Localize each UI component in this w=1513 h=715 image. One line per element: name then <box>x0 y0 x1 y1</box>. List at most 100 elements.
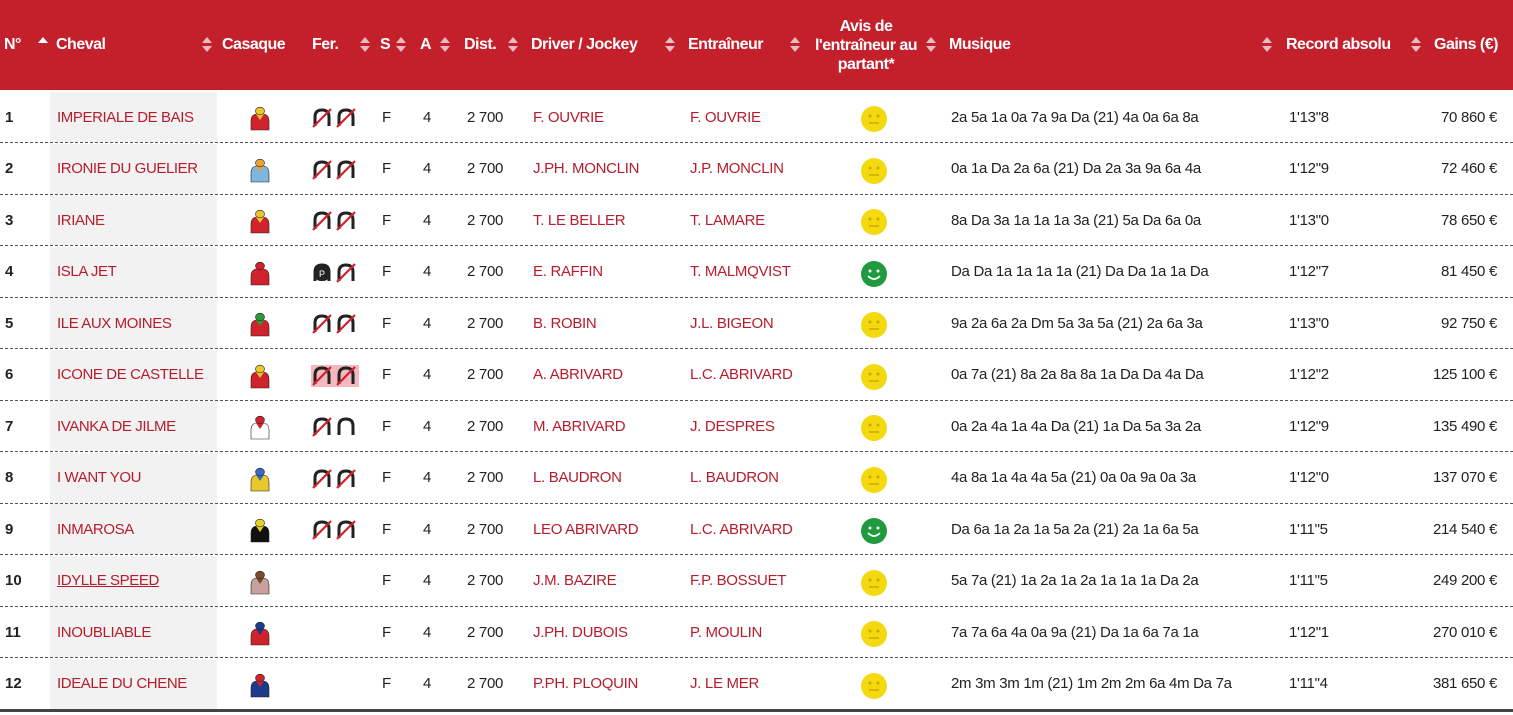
header-opinion[interactable]: Avis de l'entraîneur au partant* <box>808 0 924 90</box>
horse-name-text[interactable]: IMPERIALE DE BAIS <box>57 109 194 126</box>
table-row[interactable]: 7 IVANKA DE JILME F 4 2 700 M. ABRIVARD J. DES… <box>0 401 1513 452</box>
horse-name-text[interactable]: IDYLLE SPEED <box>57 572 159 589</box>
driver-link[interactable]: J.PH. DUBOIS <box>533 607 628 657</box>
neutral-face-icon <box>861 209 887 235</box>
horse-name-text[interactable]: ICONE DE CASTELLE <box>57 366 204 383</box>
horse-name-text[interactable]: IRIANE <box>57 212 105 229</box>
table-row[interactable]: 6 ICONE DE CASTELLE F 4 2 700 A. ABRIVARD L.C.… <box>0 349 1513 401</box>
trainer-link[interactable]: L.C. ABRIVARD <box>690 350 793 400</box>
trainer-link[interactable]: J. LE MER <box>690 659 759 709</box>
horse-name[interactable]: INMAROSA <box>50 504 217 554</box>
header-dist[interactable]: Dist. <box>464 0 497 90</box>
driver-link[interactable]: M. ABRIVARD <box>533 401 626 451</box>
horse-name[interactable]: ICONE DE CASTELLE <box>50 349 217 400</box>
table-row[interactable]: 2 IRONIE DU GUELIER F 4 2 700 J.PH. MONCLIN J.… <box>0 143 1513 195</box>
shoe-d4-icon <box>312 159 356 180</box>
header-num[interactable]: N° <box>4 0 21 90</box>
table-row[interactable]: 4 ISLA JET P F 4 2 700 E. RAFFIN T. MALMQVIST Da… <box>0 246 1513 298</box>
horse-name-text[interactable]: IRONIE DU GUELIER <box>57 160 198 177</box>
trainer-link[interactable]: P. MOULIN <box>690 607 762 657</box>
header-sex[interactable]: S <box>380 0 391 90</box>
table-row[interactable]: 1 IMPERIALE DE BAIS F 4 2 700 F. OUVRIE F. OUV… <box>0 92 1513 143</box>
horse-name[interactable]: ISLA JET <box>50 246 217 297</box>
driver-link[interactable]: E. RAFFIN <box>533 247 603 297</box>
trainer-link[interactable]: J. DESPRES <box>690 401 775 451</box>
header-trainer[interactable]: Entraîneur <box>688 0 764 90</box>
jockey-silk-icon <box>250 106 270 131</box>
header-silk[interactable]: Casaque <box>222 0 286 90</box>
header-earnings[interactable]: Gains (€) <box>1434 0 1498 90</box>
driver-link[interactable]: J.PH. MONCLIN <box>533 144 639 194</box>
music: 8a Da 3a 1a 1a 1a 3a (21) 5a Da 6a 0a <box>951 211 1201 229</box>
header-driver[interactable]: Driver / Jockey <box>531 0 638 90</box>
horse-name[interactable]: IVANKA DE JILME <box>50 401 217 451</box>
horse-name-text[interactable]: ISLA JET <box>57 263 117 280</box>
table-row[interactable]: 5 ILE AUX MOINES F 4 2 700 B. ROBIN J.L. BIGEO… <box>0 298 1513 349</box>
driver-link[interactable]: L. BAUDRON <box>533 453 622 503</box>
driver-link[interactable]: T. LE BELLER <box>533 195 626 245</box>
sort-icon[interactable] <box>440 35 450 55</box>
sort-icon[interactable] <box>665 35 675 55</box>
horse-name-text[interactable]: IDEALE DU CHENE <box>57 675 187 692</box>
driver-link[interactable]: B. ROBIN <box>533 298 597 348</box>
header-record[interactable]: Record absolu <box>1286 0 1391 90</box>
header-age[interactable]: A <box>420 0 432 90</box>
age: 4 <box>423 572 432 589</box>
horse-name[interactable]: ILE AUX MOINES <box>50 298 217 348</box>
horse-name[interactable]: IRIANE <box>50 195 217 245</box>
horse-name[interactable]: I WANT YOU <box>50 452 217 503</box>
driver-link[interactable]: F. OUVRIE <box>533 92 604 142</box>
driver-link[interactable]: LEO ABRIVARD <box>533 504 639 554</box>
horse-name[interactable]: IRONIE DU GUELIER <box>50 143 217 194</box>
header-shoeing[interactable]: Fer. <box>312 0 339 90</box>
row-number: 1 <box>5 108 14 126</box>
trainer-link[interactable]: L. BAUDRON <box>690 453 779 503</box>
horse-name[interactable]: IMPERIALE DE BAIS <box>50 92 217 142</box>
music: Da Da 1a 1a 1a 1a (21) Da Da 1a 1a Da <box>951 263 1209 280</box>
trainer-link[interactable]: F. OUVRIE <box>690 92 761 142</box>
horse-name-text[interactable]: IVANKA DE JILME <box>57 418 176 435</box>
header-horse[interactable]: Cheval <box>56 0 106 90</box>
horse-name-text[interactable]: INMAROSA <box>57 521 134 538</box>
shoe-d4-highlight-icon <box>311 364 359 387</box>
music: 2a 5a 1a 0a 7a 9a Da (21) 4a 0a 6a 8a <box>951 108 1199 126</box>
earnings: 125 100 € <box>1432 366 1497 383</box>
horse-name-text[interactable]: INOUBLIABLE <box>57 624 151 641</box>
driver-link[interactable]: P.PH. PLOQUIN <box>533 659 638 709</box>
sort-icon[interactable] <box>508 35 518 55</box>
sort-icon[interactable] <box>396 35 406 55</box>
neutral-face-icon <box>861 106 887 132</box>
horse-name-text[interactable]: ILE AUX MOINES <box>57 315 172 332</box>
trainer-link[interactable]: T. LAMARE <box>690 195 765 245</box>
horse-name[interactable]: IDEALE DU CHENE <box>50 658 217 709</box>
sort-icon[interactable] <box>790 35 800 55</box>
sort-icon[interactable] <box>202 35 212 55</box>
trainer-link[interactable]: J.L. BIGEON <box>690 298 774 348</box>
table-row[interactable]: 10 IDYLLE SPEED F 4 2 700 J.M. BAZIRE F.P. BOS… <box>0 555 1513 607</box>
horse-name[interactable]: INOUBLIABLE <box>50 607 217 657</box>
sort-icon[interactable] <box>360 35 370 55</box>
jockey-silk-icon <box>250 209 270 234</box>
horse-name-text[interactable]: I WANT YOU <box>57 469 141 486</box>
table-row[interactable]: 8 I WANT YOU F 4 2 700 L. BAUDRON L. BAUDRON 4a… <box>0 452 1513 504</box>
row-number: 6 <box>5 366 14 383</box>
table-row[interactable]: 11 INOUBLIABLE F 4 2 700 J.PH. DUBOIS P. MOULI… <box>0 607 1513 658</box>
driver-link[interactable]: J.M. BAZIRE <box>533 556 617 606</box>
age: 4 <box>423 211 432 229</box>
trainer-link[interactable]: F.P. BOSSUET <box>690 556 786 606</box>
table-row[interactable]: 3 IRIANE F 4 2 700 T. LE BELLER T. LAMARE 8a Da… <box>0 195 1513 246</box>
music: 4a 8a 1a 4a 4a 5a (21) 0a 0a 9a 0a 3a <box>951 469 1196 486</box>
sort-icon[interactable] <box>1262 35 1272 55</box>
sort-icon[interactable] <box>1411 35 1421 55</box>
sort-asc-icon[interactable] <box>38 35 48 55</box>
horse-name[interactable]: IDYLLE SPEED <box>50 555 217 606</box>
sex: F <box>382 160 391 177</box>
trainer-link[interactable]: T. MALMQVIST <box>690 247 791 297</box>
table-row[interactable]: 9 INMAROSA F 4 2 700 LEO ABRIVARD L.C. ABRIVAR… <box>0 504 1513 555</box>
trainer-link[interactable]: L.C. ABRIVARD <box>690 504 793 554</box>
table-row[interactable]: 12 IDEALE DU CHENE F 4 2 700 P.PH. PLOQUIN J. … <box>0 658 1513 712</box>
trainer-link[interactable]: J.P. MONCLIN <box>690 144 784 194</box>
sort-icon[interactable] <box>926 35 936 55</box>
driver-link[interactable]: A. ABRIVARD <box>533 350 623 400</box>
header-music[interactable]: Musique <box>949 0 1011 90</box>
